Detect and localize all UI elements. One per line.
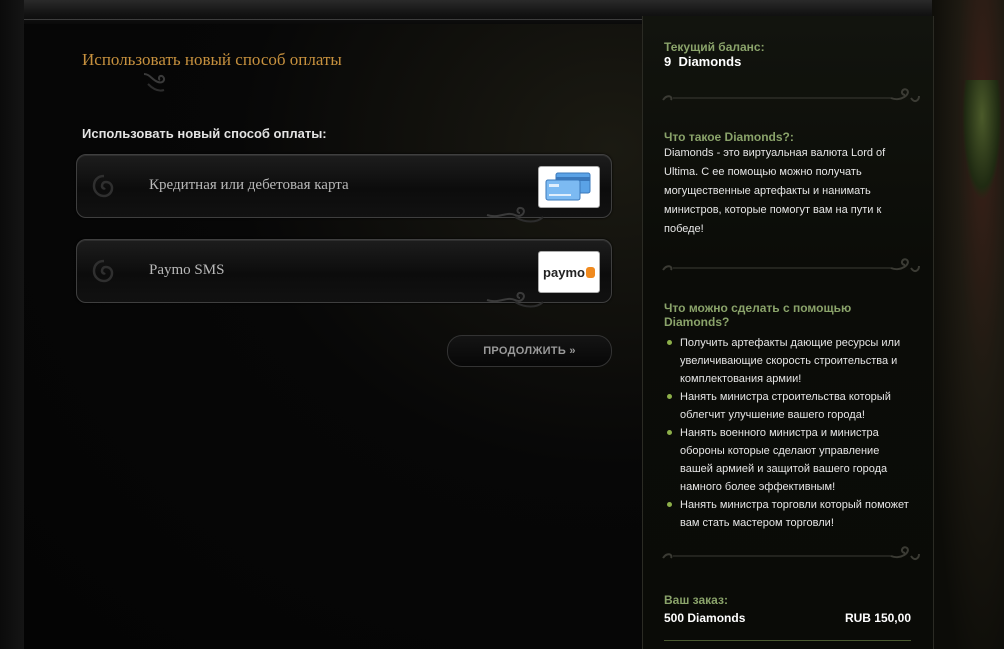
background-art	[932, 0, 1004, 649]
paymo-logo-mark	[585, 266, 595, 278]
continue-button[interactable]: ПРОДОЛЖИТЬ »	[447, 335, 612, 367]
list-item: Нанять военного министра и министра обор…	[664, 424, 914, 496]
divider-ornament	[662, 258, 920, 273]
order-price: RUB 150,00	[844, 611, 911, 625]
payment-option-card[interactable]: Кредитная или дебетовая карта	[76, 154, 612, 223]
background-plant	[962, 80, 1002, 200]
what-can-do-title: Что можно сделать с помощью Diamonds?	[664, 301, 852, 329]
list-item: Нанять министра торговли который поможет…	[664, 496, 914, 532]
balance-value: 9 Diamonds	[664, 54, 742, 69]
order-divider	[664, 640, 911, 641]
payment-option-label: Paymo SMS	[149, 262, 225, 278]
list-item: Получить артефакты дающие ресурсы или ув…	[664, 334, 914, 388]
corner-ornament	[486, 206, 544, 223]
balance-label: Текущий баланс:	[664, 40, 765, 54]
swirl-icon	[92, 174, 114, 198]
paymo-logo: paymo	[538, 251, 600, 293]
payment-methods-label: Использовать новый способ оплаты:	[82, 126, 327, 141]
benefits-list: Получить артефакты дающие ресурсы или ув…	[664, 334, 914, 532]
main-panel: Использовать новый способ оплаты Использ…	[24, 24, 642, 649]
sidebar: Текущий баланс: 9 Diamonds Что такое Dia…	[642, 16, 934, 649]
credit-card-icon	[538, 166, 600, 208]
payment-option-paymo[interactable]: Paymo SMS paymo	[76, 239, 612, 308]
divider-ornament	[662, 88, 920, 103]
what-is-diamonds-text: Diamonds - это виртуальная валюта Lord o…	[664, 147, 886, 235]
corner-ornament	[486, 291, 544, 308]
swirl-icon	[92, 259, 114, 283]
left-border	[0, 0, 24, 649]
order-item: 500 Diamonds	[664, 611, 746, 625]
order-label: Ваш заказ:	[664, 593, 728, 607]
page-title: Использовать новый способ оплаты	[82, 50, 342, 69]
payment-option-label: Кредитная или дебетовая карта	[149, 177, 349, 193]
paymo-logo-text: paymo	[543, 264, 585, 280]
divider-ornament	[662, 546, 920, 561]
ornament-icon	[143, 73, 166, 92]
list-item: Нанять министра строительства который об…	[664, 388, 914, 424]
what-is-diamonds-title: Что такое Diamonds?:	[664, 130, 794, 144]
